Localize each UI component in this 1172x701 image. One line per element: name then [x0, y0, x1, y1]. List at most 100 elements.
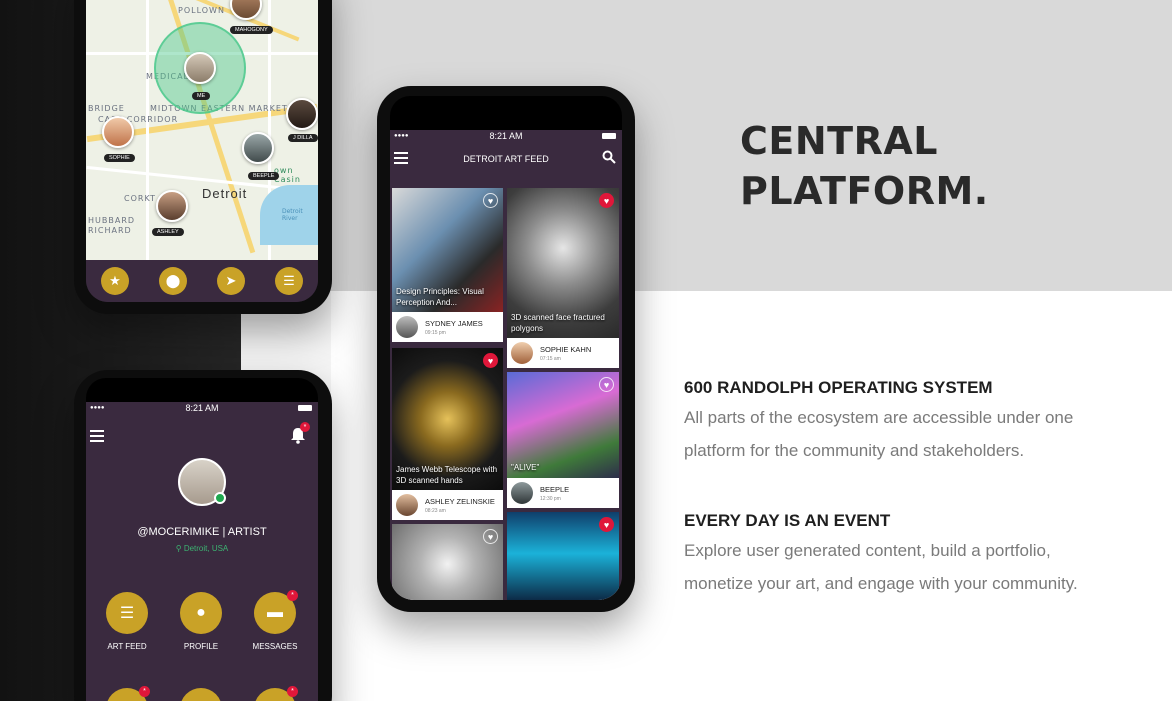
feed-card[interactable]: ♥ [507, 512, 619, 600]
star-icon[interactable]: ★ [101, 267, 129, 295]
map-screen: POLLOWN MEDICAL MIDTOWN EASTERN MARKET B… [86, 0, 318, 302]
feed-card[interactable]: ♥ Design Principles: Visual Perception A… [392, 188, 503, 342]
author-name: SOPHIE KAHN [540, 345, 592, 354]
art-feed-button[interactable]: ☰ ART FEED [99, 592, 155, 651]
chat-glyph: ▬ [267, 604, 283, 621]
search-icon[interactable] [602, 150, 616, 164]
map-label: CORKT [124, 194, 156, 203]
menu-tile[interactable]: * [247, 686, 303, 701]
profile-phone: ●●●● 8:21 AM * @MOCERIMIKE | ARTIST ⚲ De… [74, 370, 332, 701]
map-road [146, 0, 149, 260]
profile-handle: @MOCERIMIKE | ARTIST [137, 526, 267, 538]
location-text: Detroit, USA [183, 544, 229, 553]
battery-icon [298, 405, 312, 411]
location-pin-icon[interactable]: ⬤ [159, 267, 187, 295]
hamburger-menu-icon[interactable] [394, 152, 408, 167]
author-name: SYDNEY JAMES [425, 319, 483, 328]
tile-label: PROFILE [183, 642, 219, 651]
badge: * [287, 686, 298, 697]
online-status-dot [214, 492, 226, 504]
navigation-icon[interactable]: ➤ [217, 267, 245, 295]
tile-icon [180, 688, 222, 701]
avatar [396, 316, 418, 338]
avatar [511, 342, 533, 364]
avatar-pin-ashley[interactable] [156, 190, 188, 222]
heart-icon[interactable]: ♥ [599, 517, 614, 532]
card-caption: "ALIVE" [511, 463, 540, 472]
author-name: ASHLEY ZELINSKIE [425, 497, 495, 506]
menu-tile[interactable] [173, 688, 229, 701]
badge: * [139, 686, 150, 697]
card-author: SYDNEY JAMES 09:15 pm [392, 312, 503, 342]
tile-label: MESSAGES [252, 642, 298, 651]
map-view[interactable]: POLLOWN MEDICAL MIDTOWN EASTERN MARKET B… [86, 0, 318, 260]
heart-icon[interactable]: ♥ [599, 193, 614, 208]
avatar-pin-jdilla[interactable] [286, 98, 318, 130]
pin-label-beeple: BEEPLE [248, 172, 280, 180]
profile-screen: ●●●● 8:21 AM * @MOCERIMIKE | ARTIST ⚲ De… [86, 402, 318, 701]
feed-header: DETROIT ART FEED [390, 144, 622, 174]
pin-label-mahogony: MAHOGONY [230, 26, 273, 34]
tile-icon: * [106, 686, 150, 701]
menu-tile[interactable]: * [99, 686, 155, 701]
feed-phone: ●●●● 8:21 AM DETROIT ART FEED ♥ Design P… [377, 86, 635, 612]
map-label: HUBBARD [88, 216, 136, 225]
author-name: BEEPLE [540, 485, 570, 494]
heart-icon[interactable]: ♥ [483, 353, 498, 368]
avatar-pin-me[interactable] [184, 52, 216, 84]
feed-card[interactable]: ♥ James Webb Telescope with 3D scanned h… [392, 348, 503, 520]
avatar-pin-beeple[interactable] [242, 132, 274, 164]
post-time: 12:30 pm [540, 496, 561, 502]
card-author: BEEPLE 12:30 pm [507, 478, 619, 508]
card-caption: 3D scanned face fractured polygons [511, 313, 605, 333]
post-time: 08:23 am [425, 508, 446, 514]
profile-button[interactable]: ● PROFILE [173, 592, 229, 651]
signal-icon: ●●●● [90, 405, 105, 411]
profile-location: ⚲ Detroit, USA [86, 544, 318, 553]
section-title-os: 600 RANDOLPH OPERATING SYSTEM [684, 378, 993, 397]
heart-icon[interactable]: ♥ [599, 377, 614, 392]
avatar [511, 482, 533, 504]
list-icon: ☰ [106, 592, 148, 634]
map-phone: POLLOWN MEDICAL MIDTOWN EASTERN MARKET B… [74, 0, 332, 314]
hamburger-menu-icon[interactable] [90, 430, 104, 445]
profile-avatar[interactable] [178, 458, 226, 506]
phone-notch [86, 378, 318, 402]
status-bar: ●●●● 8:21 AM [86, 402, 318, 414]
heart-icon[interactable]: ♥ [483, 529, 498, 544]
message-badge: * [287, 590, 298, 601]
list-icon[interactable]: ☰ [275, 267, 303, 295]
location-pin-icon: ⚲ [175, 544, 184, 553]
heart-icon[interactable]: ♥ [483, 193, 498, 208]
tile-icon: * [254, 686, 298, 701]
person-icon: ● [180, 592, 222, 634]
tile-label: ART FEED [107, 642, 147, 651]
phone-notch [390, 96, 622, 130]
pin-label-me: ME [192, 92, 211, 100]
notification-bell-icon[interactable]: * [290, 422, 310, 444]
section-body-event: Explore user generated content, build a … [684, 541, 1078, 593]
feed-title: DETROIT ART FEED [463, 154, 549, 164]
map-label: own Casin [274, 166, 301, 184]
messages-button[interactable]: ▬ * MESSAGES [247, 590, 303, 651]
feed-screen: ●●●● 8:21 AM DETROIT ART FEED ♥ Design P… [390, 130, 622, 600]
headline: CENTRAL PLATFORM. [740, 116, 1000, 216]
map-bottom-nav: ★ ⬤ ➤ ☰ [86, 260, 318, 302]
feed-card[interactable]: ♥ "ALIVE" BEEPLE 12:30 pm [507, 372, 619, 508]
post-time: 09:15 pm [425, 330, 446, 336]
map-label: RICHARD [88, 226, 132, 235]
headline-text: CENTRAL PLATFORM. [740, 119, 989, 213]
feed-card[interactable]: ♥ [392, 524, 503, 600]
avatar-pin-mahogony[interactable] [230, 0, 262, 20]
card-author: SOPHIE KAHN 07:15 am [507, 338, 619, 368]
card-caption: Design Principles: Visual Perception And… [396, 287, 484, 307]
signal-icon: ●●●● [394, 133, 409, 139]
notification-badge: * [300, 422, 310, 432]
map-water-label: Detroit River [282, 208, 303, 222]
feed-card[interactable]: ♥ 3D scanned face fractured polygons SOP… [507, 188, 619, 368]
avatar-pin-sophie[interactable] [102, 116, 134, 148]
post-time: 07:15 am [540, 356, 561, 362]
card-author: ASHLEY ZELINSKIE 08:23 am [392, 490, 503, 520]
pin-label-jdilla: J DILLA [288, 134, 318, 142]
map-label: BRIDGE [88, 104, 125, 113]
